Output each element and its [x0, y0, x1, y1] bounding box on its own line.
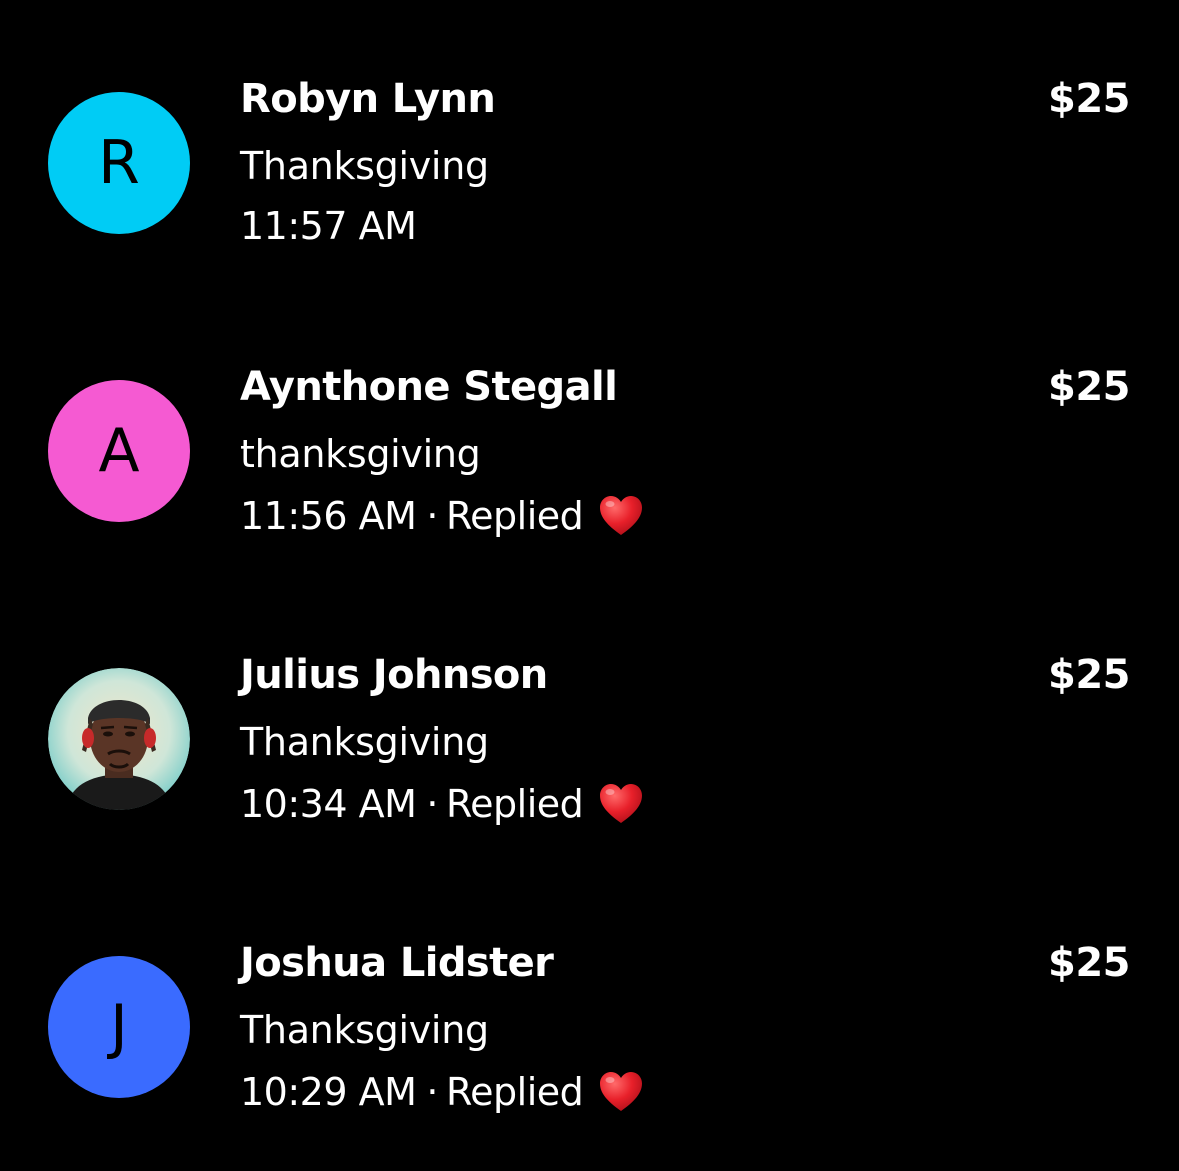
red-heart-icon: [600, 784, 643, 823]
red-heart-icon: [600, 1072, 643, 1111]
sender-name: Aynthone Stegall: [240, 364, 618, 410]
payment-amount: $25: [1048, 76, 1131, 122]
separator-dot: ·: [426, 494, 438, 538]
avatar[interactable]: R: [48, 92, 190, 234]
payment-time: 11:57 AM: [240, 204, 417, 248]
payment-note: Thanksgiving: [240, 1008, 489, 1052]
sender-name: Julius Johnson: [240, 652, 548, 698]
payment-row[interactable]: A Aynthone Stegall thanksgiving 11:56 AM…: [0, 355, 1179, 595]
payment-list: R Robyn Lynn Thanksgiving 11:57 AM $25 A…: [0, 0, 1179, 1169]
red-heart-icon: [600, 496, 643, 535]
profile-photo: [48, 668, 190, 810]
payment-time: 10:29 AM: [240, 1070, 417, 1114]
payment-meta: 11:56 AM · Replied: [240, 492, 645, 540]
payment-amount: $25: [1048, 364, 1131, 410]
payment-note: Thanksgiving: [240, 720, 489, 764]
replied-label: Replied: [445, 494, 584, 538]
payment-row[interactable]: J Joshua Lidster Thanksgiving 10:29 AM ·…: [0, 931, 1179, 1171]
payment-meta: 11:57 AM: [240, 204, 417, 248]
replied-label: Replied: [445, 782, 584, 826]
payment-amount: $25: [1048, 940, 1131, 986]
payment-meta: 10:34 AM · Replied: [240, 780, 645, 828]
avatar[interactable]: A: [48, 380, 190, 522]
payment-row[interactable]: Julius Johnson Thanksgiving 10:34 AM · R…: [0, 643, 1179, 883]
sender-name: Robyn Lynn: [240, 76, 496, 122]
avatar-initial: R: [98, 128, 140, 198]
payment-time: 10:34 AM: [240, 782, 417, 826]
sender-name: Joshua Lidster: [240, 940, 554, 986]
payment-meta: 10:29 AM · Replied: [240, 1068, 645, 1116]
avatar-initial: J: [110, 992, 128, 1062]
payment-note: thanksgiving: [240, 432, 481, 476]
avatar-initial: A: [98, 416, 140, 486]
payment-amount: $25: [1048, 652, 1131, 698]
payment-row[interactable]: R Robyn Lynn Thanksgiving 11:57 AM $25: [0, 67, 1179, 307]
replied-label: Replied: [445, 1070, 584, 1114]
payment-note: Thanksgiving: [240, 144, 489, 188]
avatar-photo[interactable]: [48, 668, 190, 810]
avatar[interactable]: J: [48, 956, 190, 1098]
separator-dot: ·: [426, 782, 438, 826]
separator-dot: ·: [426, 1070, 438, 1114]
payment-time: 11:56 AM: [240, 494, 417, 538]
